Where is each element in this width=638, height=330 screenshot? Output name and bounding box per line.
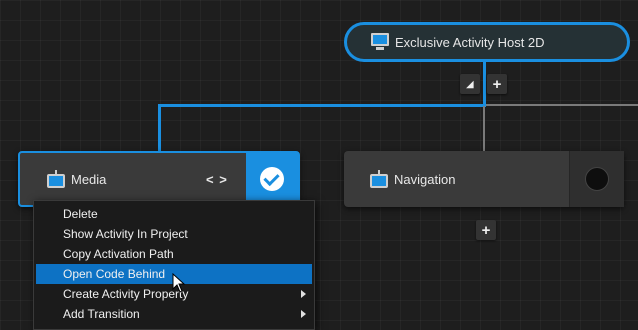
menu-item-label: Open Code Behind xyxy=(63,267,166,281)
navigation-node-label: Navigation xyxy=(394,171,456,187)
host-node[interactable]: Exclusive Activity Host 2D xyxy=(344,22,630,62)
plus-icon: + xyxy=(481,221,491,239)
submenu-arrow-icon xyxy=(301,310,306,318)
collapse-button[interactable]: ◢ xyxy=(460,74,480,94)
tv-icon xyxy=(47,170,65,188)
menu-item-label: Delete xyxy=(63,207,98,221)
menu-item-label: Show Activity In Project xyxy=(63,227,188,241)
connector-horizontal-gray xyxy=(486,104,638,106)
connector-media-down xyxy=(158,104,161,152)
connector-host-down xyxy=(483,62,486,106)
submenu-arrow-icon xyxy=(301,290,306,298)
media-node-label: Media xyxy=(71,171,107,187)
context-menu: Delete Show Activity In Project Copy Act… xyxy=(33,200,315,330)
menu-item-show-activity-in-project[interactable]: Show Activity In Project xyxy=(36,224,312,244)
navigation-add-button[interactable]: + xyxy=(476,220,496,240)
collapse-triangle-icon: ◢ xyxy=(466,78,474,89)
checkmark-icon xyxy=(260,167,284,191)
inactive-dot-icon xyxy=(585,167,609,191)
menu-item-copy-activation-path[interactable]: Copy Activation Path xyxy=(36,244,312,264)
connector-navigation-down xyxy=(483,106,485,152)
menu-item-add-transition[interactable]: Add Transition xyxy=(36,304,312,324)
mouse-cursor-icon xyxy=(172,273,186,293)
host-add-button[interactable]: + xyxy=(487,74,507,94)
host-node-label: Exclusive Activity Host 2D xyxy=(395,34,545,50)
menu-item-delete[interactable]: Delete xyxy=(36,204,312,224)
tv-icon xyxy=(370,170,388,188)
activate-toggle[interactable] xyxy=(246,153,298,205)
code-icon[interactable]: < > xyxy=(206,172,228,187)
plus-icon: + xyxy=(492,75,502,93)
navigation-node[interactable]: Navigation xyxy=(344,151,624,207)
media-node[interactable]: Media < > xyxy=(18,151,300,207)
menu-item-label: Add Transition xyxy=(63,307,140,321)
menu-item-label: Copy Activation Path xyxy=(63,247,174,261)
connector-horizontal-blue xyxy=(158,104,486,107)
activate-toggle[interactable] xyxy=(569,151,624,207)
menu-item-label: Create Activity Property xyxy=(63,287,189,301)
monitor-icon xyxy=(371,33,389,51)
